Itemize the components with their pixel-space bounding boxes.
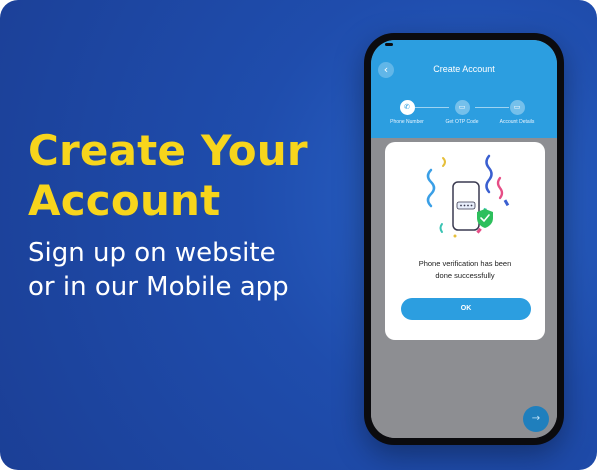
arrow-right-icon: → xyxy=(531,413,541,424)
step-get-otp-code: ▭ Get OTP Code xyxy=(432,100,492,125)
success-dialog: Phone verification has been done success… xyxy=(385,142,545,340)
app-title: Create Account xyxy=(433,64,495,74)
subheadline-line-1: Sign up on website xyxy=(28,238,276,268)
stepper: ✆ Phone Number ▭ Get OTP Code ▭ Account … xyxy=(371,90,557,138)
status-bar xyxy=(371,40,557,52)
verification-message: Phone verification has been done success… xyxy=(393,258,537,282)
card-icon: ▭ xyxy=(509,100,525,115)
step-account-details: ▭ Account Details xyxy=(487,100,547,125)
status-indicator xyxy=(385,43,393,46)
next-button[interactable]: → xyxy=(523,406,549,432)
headline-line-1: Create Your xyxy=(28,126,308,175)
subheadline: Sign up on website or in our Mobile app xyxy=(28,236,289,304)
phone-icon: ✆ xyxy=(399,100,415,115)
phone-screen: ‹ Create Account ✆ Phone Number ▭ Get OT… xyxy=(371,40,557,438)
headline: Create Your Account xyxy=(28,126,308,226)
card-icon: ▭ xyxy=(454,100,470,115)
step-label: Account Details xyxy=(499,119,535,125)
message-line-2: done successfully xyxy=(435,271,495,280)
step-label: Get OTP Code xyxy=(445,119,479,125)
promo-card: Create Your Account Sign up on website o… xyxy=(0,0,597,470)
phone-mockup: ‹ Create Account ✆ Phone Number ▭ Get OT… xyxy=(364,33,564,445)
headline-line-2: Account xyxy=(28,176,221,225)
app-bar: ‹ Create Account xyxy=(371,52,557,90)
subheadline-line-2: or in our Mobile app xyxy=(28,272,289,302)
message-line-1: Phone verification has been xyxy=(418,259,512,268)
phone-verified-illustration xyxy=(426,154,510,238)
ok-button[interactable]: OK xyxy=(401,298,531,320)
step-phone-number: ✆ Phone Number xyxy=(377,100,437,125)
step-label: Phone Number xyxy=(390,119,424,125)
